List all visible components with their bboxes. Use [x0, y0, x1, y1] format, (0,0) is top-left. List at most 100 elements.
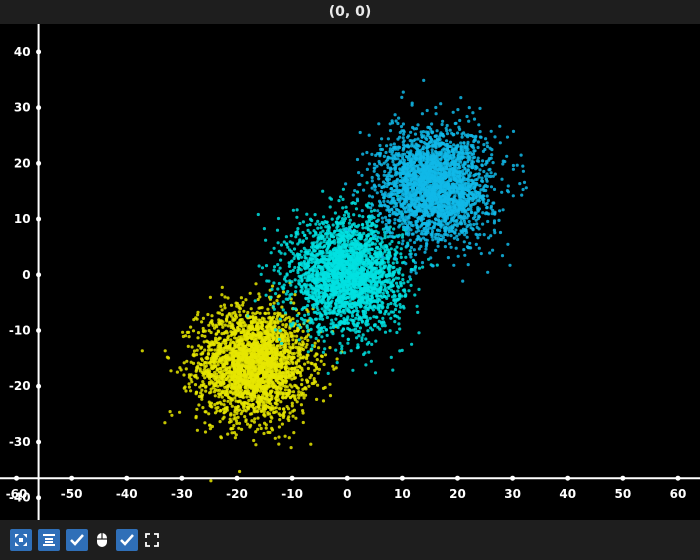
data-point: [225, 318, 229, 322]
data-point: [231, 331, 235, 335]
data-point: [299, 356, 303, 360]
data-point: [274, 401, 278, 405]
data-point: [230, 404, 234, 408]
data-point: [238, 319, 242, 323]
data-point: [249, 358, 254, 362]
data-point: [189, 325, 193, 329]
data-point: [187, 385, 191, 389]
data-point: [290, 355, 294, 359]
data-point: [290, 280, 294, 284]
window-title-bar: (0, 0): [0, 0, 700, 24]
data-point: [283, 388, 287, 392]
data-point: [246, 367, 250, 371]
data-point: [175, 370, 179, 374]
plot-area[interactable]: -60 -50 -40 -30 -20 -10 0 10 20 30 40 50 60 40 30 20 10 0…: [0, 24, 700, 520]
data-point: [264, 293, 268, 297]
data-point: [248, 385, 252, 389]
data-point: [315, 305, 319, 310]
data-point: [235, 406, 239, 411]
data-point: [255, 383, 259, 387]
data-point: [352, 222, 356, 226]
data-point: [385, 278, 389, 282]
data-point: [209, 320, 214, 324]
data-point: [289, 301, 293, 305]
data-point: [241, 393, 245, 397]
data-point: [249, 320, 253, 324]
data-point: [276, 241, 280, 245]
data-point: [397, 268, 401, 272]
data-point: [351, 328, 355, 332]
data-point: [212, 326, 217, 330]
data-point: [269, 251, 273, 255]
data-point: [230, 352, 234, 356]
data-point: [316, 371, 320, 375]
data-point: [252, 346, 256, 351]
data-point: [384, 309, 388, 314]
data-point: [202, 382, 206, 386]
data-point: [198, 369, 202, 373]
data-point: [273, 328, 277, 332]
data-point: [373, 371, 378, 375]
data-point: [272, 268, 276, 272]
data-point: [232, 413, 236, 417]
data-point: [374, 339, 378, 343]
data-point: [290, 385, 294, 389]
data-point: [191, 361, 196, 365]
data-point: [270, 428, 275, 432]
data-point: [276, 391, 280, 395]
data-point: [315, 259, 319, 263]
data-point: [255, 388, 259, 392]
data-point: [262, 374, 266, 378]
data-point: [393, 307, 398, 312]
data-point: [337, 215, 341, 219]
data-point: [261, 391, 266, 395]
data-point: [230, 397, 234, 401]
data-point: [233, 386, 237, 390]
data-point: [287, 436, 291, 440]
data-point: [332, 231, 336, 235]
data-point: [410, 342, 414, 346]
data-point: [257, 306, 261, 310]
data-point: [220, 313, 224, 317]
data-point: [312, 381, 316, 385]
data-point: [264, 264, 269, 268]
data-point: [163, 421, 167, 425]
data-point: [314, 222, 318, 226]
data-point: [401, 304, 405, 308]
data-point: [362, 262, 366, 266]
data-point: [370, 241, 375, 245]
data-point: [293, 383, 297, 387]
data-point: [264, 311, 268, 316]
data-point: [245, 352, 249, 356]
data-point: [279, 386, 283, 390]
data-point: [237, 310, 241, 314]
data-point: [321, 350, 325, 354]
data-point: [345, 269, 349, 273]
data-point: [286, 417, 290, 421]
data-point: [242, 331, 246, 335]
data-point: [328, 205, 332, 209]
data-point: [264, 338, 268, 342]
data-point: [258, 311, 262, 315]
data-point: [318, 277, 322, 281]
data-point: [247, 324, 251, 328]
data-point: [251, 327, 255, 331]
data-point: [362, 244, 366, 248]
data-point: [330, 318, 334, 322]
data-point: [308, 223, 312, 227]
data-point: [386, 305, 390, 309]
data-point: [312, 303, 316, 307]
scatter-plot[interactable]: -60 -50 -40 -30 -20 -10 0 10 20 30 40 50 60403020100…: [0, 24, 700, 520]
data-point: [374, 237, 378, 241]
data-point: [200, 334, 204, 338]
data-point: [194, 416, 198, 420]
data-point: [271, 362, 275, 366]
data-point: [290, 404, 294, 408]
data-point: [316, 383, 320, 387]
data-point: [279, 357, 283, 361]
data-point: [304, 387, 308, 391]
data-point: [303, 290, 307, 294]
data-point: [232, 417, 236, 421]
data-point: [310, 347, 314, 351]
data-point: [219, 342, 223, 347]
